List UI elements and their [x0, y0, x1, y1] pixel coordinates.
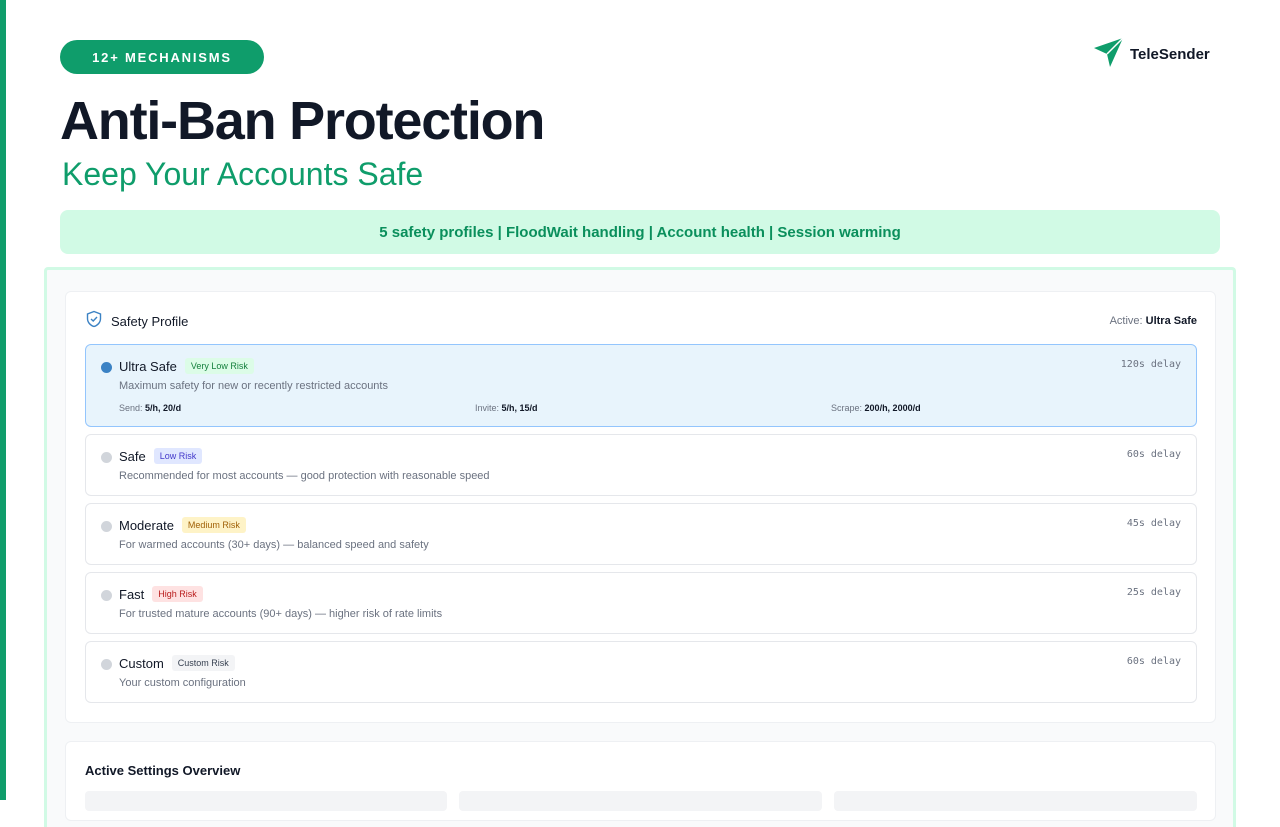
active-label: Active:: [1109, 315, 1143, 327]
profile-name: Ultra Safe: [119, 358, 177, 374]
card-title-group: Safety Profile: [85, 310, 188, 333]
hero-subtitle: Keep Your Accounts Safe: [62, 156, 424, 192]
profile-name-row: Fast High Risk: [119, 586, 203, 602]
send-limit-label: Send:: [119, 403, 143, 413]
profile-delay: 60s delay: [1126, 656, 1181, 667]
overview-tile: [85, 791, 447, 811]
profile-name-row: Moderate Medium Risk: [119, 517, 246, 533]
profile-delay: 25s delay: [1126, 587, 1181, 598]
profile-option-ultra-safe[interactable]: Ultra Safe Very Low Risk Maximum safety …: [85, 344, 1197, 427]
profile-option-custom[interactable]: Custom Custom Risk Your custom configura…: [85, 641, 1197, 703]
profile-delay: 120s delay: [1120, 359, 1181, 370]
card-title: Safety Profile: [111, 313, 189, 329]
scrape-limit-value: 200/h, 2000/d: [864, 403, 921, 413]
profile-delay: 45s delay: [1126, 518, 1181, 529]
profile-delay: 60s delay: [1126, 449, 1181, 460]
brand-logo: TeleSender: [1092, 36, 1210, 72]
risk-badge: High Risk: [152, 586, 203, 602]
send-limit-value: 5/h, 20/d: [145, 403, 182, 413]
send-limit: Send: 5/h, 20/d: [119, 403, 181, 413]
mechanisms-badge: 12+ MECHANISMS: [60, 40, 264, 74]
overview-title: Active Settings Overview: [85, 763, 241, 778]
profile-option-moderate[interactable]: Moderate Medium Risk For warmed accounts…: [85, 503, 1197, 565]
radio-indicator[interactable]: [101, 521, 112, 532]
profile-description: For trusted mature accounts (90+ days) —…: [119, 608, 443, 620]
profile-name-row: Ultra Safe Very Low Risk: [119, 358, 254, 374]
invite-limit-value: 5/h, 15/d: [501, 403, 538, 413]
profile-name: Custom: [119, 655, 164, 671]
profile-name: Safe: [119, 448, 146, 464]
active-value: Ultra Safe: [1145, 315, 1197, 327]
risk-badge: Very Low Risk: [184, 358, 254, 374]
risk-badge: Medium Risk: [181, 517, 246, 533]
radio-indicator[interactable]: [101, 590, 112, 601]
radio-indicator[interactable]: [101, 452, 112, 463]
profile-description: Recommended for most accounts — good pro…: [119, 470, 490, 482]
profile-option-safe[interactable]: Safe Low Risk Recommended for most accou…: [85, 434, 1197, 496]
hero-title: Anti-Ban Protection: [60, 91, 545, 151]
profile-name: Fast: [119, 586, 145, 602]
paper-plane-icon: [1092, 36, 1124, 73]
profile-name: Moderate: [119, 517, 174, 533]
invite-limit-label: Invite:: [475, 403, 500, 413]
shield-check-icon: [85, 310, 103, 333]
left-accent-bar: [0, 0, 6, 800]
radio-indicator[interactable]: [101, 362, 112, 373]
features-banner: 5 safety profiles | FloodWait handling |…: [60, 210, 1220, 254]
overview-tile: [834, 791, 1197, 811]
safety-profile-header: Safety Profile Active: Ultra Safe: [85, 310, 1197, 332]
risk-badge: Low Risk: [153, 448, 203, 464]
active-profile-indicator: Active: Ultra Safe: [1110, 315, 1197, 327]
profile-description: Maximum safety for new or recently restr…: [119, 380, 388, 392]
risk-badge: Custom Risk: [171, 655, 235, 671]
scrape-limit: Scrape: 200/h, 2000/d: [831, 403, 921, 413]
radio-indicator[interactable]: [101, 659, 112, 670]
profile-name-row: Safe Low Risk: [119, 448, 203, 464]
profile-option-fast[interactable]: Fast High Risk For trusted mature accoun…: [85, 572, 1197, 634]
invite-limit: Invite: 5/h, 15/d: [475, 403, 538, 413]
profile-description: For warmed accounts (30+ days) — balance…: [119, 539, 429, 551]
scrape-limit-label: Scrape:: [831, 403, 863, 413]
brand-name: TeleSender: [1130, 45, 1210, 63]
overview-tile: [459, 791, 822, 811]
profile-name-row: Custom Custom Risk: [119, 655, 235, 671]
profile-description: Your custom configuration: [119, 677, 246, 689]
